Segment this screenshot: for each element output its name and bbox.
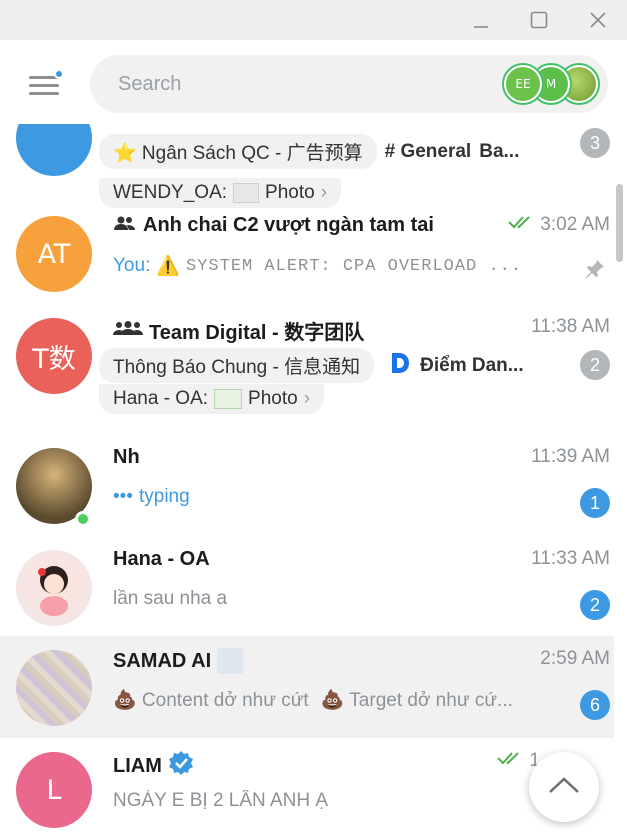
avatar-photo: [16, 650, 92, 726]
message-preview: Hana - OA: Photo ›: [99, 384, 325, 414]
group-icon: [113, 214, 137, 237]
unread-badge: 2: [580, 350, 610, 380]
topic-label: Ba...: [479, 140, 520, 162]
chat-time: 11:38 AM: [531, 316, 610, 338]
preview-text: 💩 Content dở như cứt: [113, 690, 309, 711]
chat-time: 11:39 AM: [531, 446, 610, 468]
search-bar[interactable]: EE M: [90, 55, 608, 113]
chevron-up-icon: [547, 775, 581, 800]
photo-thumb-icon: [214, 389, 243, 409]
scrollbar[interactable]: [616, 124, 624, 832]
preview-text: 💩 Target dở như cứ...: [320, 690, 513, 711]
preview-sender: You:: [113, 255, 151, 276]
chat-item[interactable]: AT Anh chai C2 vượt ngàn tam tai 3:02 AM…: [0, 202, 614, 304]
sticker-icon: [217, 648, 244, 674]
time-text: 11:33 AM: [531, 548, 610, 569]
scroll-to-top-button[interactable]: [529, 752, 599, 822]
chat-name: LIAM: [113, 750, 194, 782]
time-text: 3:02 AM: [540, 214, 610, 235]
avatar: L: [16, 752, 92, 828]
topic-label: # General: [384, 140, 472, 162]
preview-text: Photo: [265, 182, 315, 203]
chat-item[interactable]: SAMAD AI 2:59 AM 💩 Content dở như cứt 💩 …: [0, 636, 614, 738]
close-icon[interactable]: [583, 6, 613, 34]
chat-name-text: Anh chai C2 vượt ngàn tam tai: [143, 214, 434, 236]
preview-text: typing: [138, 486, 190, 507]
chevron-right-icon: ›: [303, 388, 311, 409]
online-status-dot: [75, 511, 91, 527]
chat-item[interactable]: Nh 11:39 AM ••• typing 1: [0, 434, 614, 536]
message-preview: 💩 Content dở như cứt 💩 Target dở như cứ.…: [113, 688, 553, 712]
preview-text: Photo: [248, 388, 298, 409]
message-preview: NGÀY E BỊ 2 LẦN ANH Ạ: [113, 790, 553, 812]
avatar: AT: [16, 216, 92, 292]
unread-badge: 2: [580, 590, 610, 620]
photo-thumb-icon: [233, 183, 260, 203]
topic-pill[interactable]: Thông Báo Chung - 信息通知: [99, 348, 375, 383]
story-avatar-label: EE: [506, 67, 540, 101]
unread-badge: 1: [580, 488, 610, 518]
group-icon: [113, 319, 143, 342]
message-preview: ••• typing: [113, 486, 553, 508]
verified-badge-icon: [168, 750, 194, 782]
preview-text: SYSTEM ALERT: CPA OVERLOAD ...: [186, 256, 523, 276]
avatar-photo: [16, 550, 92, 626]
double-check-icon: [508, 214, 534, 236]
typing-dots-icon: •••: [113, 486, 133, 507]
avatar: T数: [16, 318, 92, 394]
chat-name: Hana - OA: [113, 548, 210, 570]
chat-name: SAMAD AI: [113, 648, 244, 674]
chat-item[interactable]: L LIAM 1 NGÀY E BỊ 2 LẦN ANH Ạ: [0, 738, 614, 832]
chat-time: 2:59 AM: [540, 648, 610, 670]
chat-item[interactable]: ⭐ Ngân Sách QC - 广告预算 # General Ba... 3 …: [0, 124, 614, 208]
chat-name: Team Digital - 数字团队: [113, 316, 364, 345]
message-preview: lần sau nha a: [113, 588, 553, 610]
preview-text: lần sau nha a: [113, 588, 228, 609]
chat-time: 11:33 AM: [531, 548, 610, 570]
time-text: 11:39 AM: [531, 446, 610, 467]
group-avatar: [16, 124, 92, 176]
chat-name-text: Team Digital - 数字团队: [149, 322, 365, 344]
double-check-icon: [497, 750, 523, 772]
preview-sender: WENDY_OA:: [113, 182, 228, 203]
maximize-icon[interactable]: [524, 6, 554, 34]
unread-badge: 6: [580, 690, 610, 720]
topic-pill[interactable]: ⭐ Ngân Sách QC - 广告预算: [99, 134, 377, 169]
topic-row: ⭐ Ngân Sách QC - 广告预算 # General Ba...: [99, 134, 579, 169]
message-preview: You: ⚠️ SYSTEM ALERT: CPA OVERLOAD ...: [113, 254, 553, 278]
chat-list: ⭐ Ngân Sách QC - 广告预算 # General Ba... 3 …: [0, 124, 627, 832]
pin-icon: [584, 258, 606, 285]
topic-row: Thông Báo Chung - 信息通知 Điểm Dan...: [99, 348, 569, 383]
chat-name-text: SAMAD AI: [113, 649, 212, 672]
chat-name: Anh chai C2 vượt ngàn tam tai: [113, 214, 434, 237]
preview-emoji: ⚠️: [156, 256, 181, 277]
time-text: 11:38 AM: [531, 316, 610, 337]
notification-dot: [54, 69, 64, 79]
scrollbar-thumb[interactable]: [616, 184, 623, 262]
hamburger-menu-icon[interactable]: [26, 69, 64, 100]
chat-name: Nh: [113, 446, 140, 468]
chat-item[interactable]: Hana - OA 11:33 AM lần sau nha a 2: [0, 536, 614, 638]
header: EE M: [0, 40, 627, 124]
preview-text: NGÀY E BỊ 2 LẦN ANH Ạ: [113, 790, 329, 811]
stories-stack[interactable]: EE M: [502, 63, 602, 105]
story-avatar[interactable]: EE: [502, 63, 544, 105]
preview-sender: Hana - OA:: [113, 388, 209, 409]
d-logo-icon: [388, 351, 412, 381]
window-titlebar: [0, 0, 627, 40]
search-input[interactable]: [118, 55, 478, 113]
chat-time: 3:02 AM: [508, 214, 610, 236]
topic-label-text: Điểm Dan...: [420, 354, 524, 376]
chat-name-text: LIAM: [113, 754, 162, 777]
chevron-right-icon: ›: [320, 182, 328, 203]
unread-badge: 3: [580, 128, 610, 158]
topic-label: Điểm Dan...: [388, 351, 524, 381]
chat-item[interactable]: T数 Team Digital - 数字团队 11:38 AM Thông Bá…: [0, 304, 614, 426]
minimize-icon[interactable]: [466, 6, 496, 34]
time-text: 2:59 AM: [540, 648, 610, 669]
